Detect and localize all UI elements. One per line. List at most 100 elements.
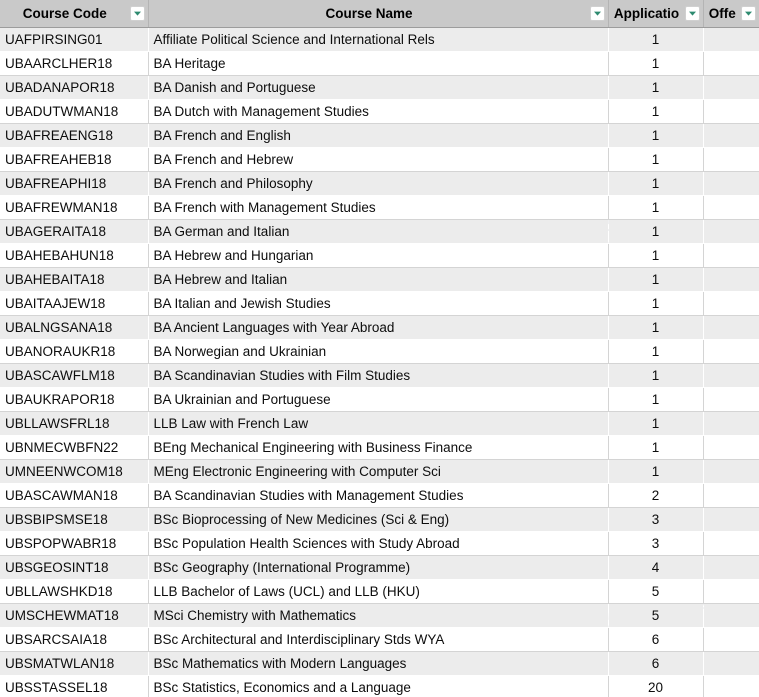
cell-course-name[interactable]: MEng Electronic Engineering with Compute… bbox=[148, 459, 608, 484]
cell-applications[interactable]: 1 bbox=[608, 147, 704, 172]
cell-offers[interactable] bbox=[703, 99, 759, 124]
cell-offers[interactable] bbox=[703, 603, 759, 628]
table-row[interactable]: UBAFREWMAN18 BA French with Management St… bbox=[0, 195, 759, 220]
cell-applications[interactable]: 5 bbox=[608, 603, 703, 628]
cell-course-code[interactable]: UBAITAAJEW18 bbox=[0, 291, 149, 316]
cell-course-name[interactable]: BSc Mathematics with Modern Languages bbox=[148, 651, 608, 676]
table-row[interactable]: UBSGEOSINT18 BSc Geography (International… bbox=[0, 555, 759, 580]
cell-offers[interactable] bbox=[703, 315, 759, 340]
cell-course-name[interactable]: BA French and English bbox=[148, 123, 608, 148]
table-row[interactable]: UBAFREAENG18 BA French and English 1 bbox=[0, 123, 759, 148]
cell-offers[interactable] bbox=[703, 27, 759, 52]
cell-applications[interactable]: 5 bbox=[608, 579, 704, 604]
cell-course-name[interactable]: BA Ukrainian and Portuguese bbox=[148, 387, 609, 412]
cell-applications[interactable]: 1 bbox=[608, 219, 703, 244]
cell-applications[interactable]: 1 bbox=[608, 411, 703, 436]
cell-course-code[interactable]: UBASCAWFLM18 bbox=[0, 363, 148, 388]
cell-course-code[interactable]: UBAFREWMAN18 bbox=[0, 195, 149, 220]
table-row[interactable]: UBAGERAITA18 BA German and Italian 1 bbox=[0, 219, 759, 244]
cell-course-code[interactable]: UBSGEOSINT18 bbox=[0, 555, 148, 580]
cell-course-code[interactable]: UBLLAWSFRL18 bbox=[0, 411, 148, 436]
cell-course-code[interactable]: UBASCAWMAN18 bbox=[0, 483, 149, 508]
cell-course-code[interactable]: UBNMECWBFN22 bbox=[0, 435, 149, 460]
cell-applications[interactable]: 20 bbox=[608, 675, 704, 697]
cell-applications[interactable]: 1 bbox=[608, 435, 704, 460]
cell-course-code[interactable]: UBAARCLHER18 bbox=[0, 51, 149, 76]
table-row[interactable]: UBSMATWLAN18 BSc Mathematics with Modern … bbox=[0, 651, 759, 676]
table-row[interactable]: UBSSTASSEL18 BSc Statistics, Economics an… bbox=[0, 675, 759, 697]
cell-applications[interactable]: 3 bbox=[608, 531, 704, 556]
cell-course-name[interactable]: Affiliate Political Science and Internat… bbox=[148, 27, 608, 52]
table-row[interactable]: UBAFREAHEB18 BA French and Hebrew 1 bbox=[0, 147, 759, 172]
cell-offers[interactable] bbox=[703, 411, 759, 436]
cell-course-code[interactable]: UBLLAWSHKD18 bbox=[0, 579, 149, 604]
table-row[interactable]: UBLLAWSFRL18 LLB Law with French Law 1 bbox=[0, 411, 759, 436]
cell-course-name[interactable]: BA Italian and Jewish Studies bbox=[148, 291, 609, 316]
cell-course-code[interactable]: UBADUTWMAN18 bbox=[0, 99, 149, 124]
cell-course-code[interactable]: UBAHEBAITA18 bbox=[0, 267, 148, 292]
cell-offers[interactable] bbox=[703, 651, 759, 676]
cell-applications[interactable]: 4 bbox=[608, 555, 703, 580]
cell-course-code[interactable]: UBAHEBAHUN18 bbox=[0, 243, 149, 268]
cell-course-code[interactable]: UBSSTASSEL18 bbox=[0, 675, 149, 697]
column-header-course-code[interactable]: Course Code bbox=[0, 0, 149, 28]
table-row[interactable]: UBADUTWMAN18 BA Dutch with Management Stu… bbox=[0, 99, 759, 124]
table-row[interactable]: UBAUKRAPOR18 BA Ukrainian and Portuguese 1 bbox=[0, 387, 759, 412]
table-row[interactable]: UBAARCLHER18 BA Heritage 1 bbox=[0, 51, 759, 76]
cell-offers[interactable] bbox=[703, 435, 759, 460]
cell-applications[interactable]: 1 bbox=[608, 99, 704, 124]
cell-course-code[interactable]: UBAFREAENG18 bbox=[0, 123, 148, 148]
cell-course-name[interactable]: BSc Statistics, Economics and a Language bbox=[148, 675, 609, 697]
cell-offers[interactable] bbox=[703, 123, 759, 148]
cell-offers[interactable] bbox=[703, 75, 759, 100]
cell-course-code[interactable]: UAFPIRSING01 bbox=[0, 27, 148, 52]
cell-course-code[interactable]: UBSPOPWABR18 bbox=[0, 531, 149, 556]
column-header-course-name[interactable]: Course Name bbox=[148, 0, 609, 28]
cell-offers[interactable] bbox=[703, 363, 759, 388]
filter-dropdown-course-code[interactable] bbox=[129, 6, 145, 21]
table-row[interactable]: UBASCAWMAN18 BA Scandinavian Studies with… bbox=[0, 483, 759, 508]
cell-applications[interactable]: 1 bbox=[608, 27, 703, 52]
cell-course-code[interactable]: UBSBIPSMSE18 bbox=[0, 507, 148, 532]
cell-offers[interactable] bbox=[703, 459, 759, 484]
cell-offers[interactable] bbox=[703, 147, 759, 172]
table-row[interactable]: UBAFREAPHI18 BA French and Philosophy 1 bbox=[0, 171, 759, 196]
cell-course-name[interactable]: BA French with Management Studies bbox=[148, 195, 609, 220]
cell-applications[interactable]: 6 bbox=[608, 627, 704, 652]
cell-course-code[interactable]: UBAGERAITA18 bbox=[0, 219, 148, 244]
cell-applications[interactable]: 3 bbox=[608, 507, 703, 532]
cell-offers[interactable] bbox=[703, 627, 759, 652]
cell-course-code[interactable]: UBSARCSAIA18 bbox=[0, 627, 149, 652]
cell-course-name[interactable]: BA Scandinavian Studies with Management … bbox=[148, 483, 609, 508]
cell-course-name[interactable]: BA Heritage bbox=[148, 51, 609, 76]
cell-course-code[interactable]: UMNEENWCOM18 bbox=[0, 459, 148, 484]
cell-course-code[interactable]: UBADANAPOR18 bbox=[0, 75, 148, 100]
cell-applications[interactable]: 1 bbox=[608, 267, 703, 292]
cell-course-code[interactable]: UBAFREAPHI18 bbox=[0, 171, 148, 196]
cell-course-name[interactable]: LLB Bachelor of Laws (UCL) and LLB (HKU) bbox=[148, 579, 609, 604]
table-row[interactable]: UBAITAAJEW18 BA Italian and Jewish Studie… bbox=[0, 291, 759, 316]
column-header-applications[interactable]: Applicatio bbox=[608, 0, 704, 28]
cell-applications[interactable]: 1 bbox=[608, 195, 704, 220]
cell-offers[interactable] bbox=[703, 531, 759, 556]
cell-course-name[interactable]: BA Hebrew and Hungarian bbox=[148, 243, 609, 268]
filter-dropdown-applications[interactable] bbox=[684, 6, 700, 21]
cell-offers[interactable] bbox=[703, 675, 759, 697]
cell-course-code[interactable]: UBALNGSANA18 bbox=[0, 315, 148, 340]
cell-offers[interactable] bbox=[703, 507, 759, 532]
table-row[interactable]: UMNEENWCOM18 MEng Electronic Engineering … bbox=[0, 459, 759, 484]
cell-course-name[interactable]: BSc Geography (International Programme) bbox=[148, 555, 608, 580]
table-row[interactable]: UBNMECWBFN22 BEng Mechanical Engineering … bbox=[0, 435, 759, 460]
table-row[interactable]: UBSPOPWABR18 BSc Population Health Scienc… bbox=[0, 531, 759, 556]
cell-course-name[interactable]: BA Norwegian and Ukrainian bbox=[148, 339, 609, 364]
cell-applications[interactable]: 1 bbox=[608, 75, 703, 100]
table-row[interactable]: UBALNGSANA18 BA Ancient Languages with Ye… bbox=[0, 315, 759, 340]
cell-course-code[interactable]: UBSMATWLAN18 bbox=[0, 651, 148, 676]
cell-course-name[interactable]: BA Hebrew and Italian bbox=[148, 267, 608, 292]
cell-applications[interactable]: 2 bbox=[608, 483, 704, 508]
cell-applications[interactable]: 1 bbox=[608, 291, 704, 316]
table-row[interactable]: UBAHEBAITA18 BA Hebrew and Italian 1 bbox=[0, 267, 759, 292]
cell-applications[interactable]: 1 bbox=[608, 459, 703, 484]
cell-offers[interactable] bbox=[703, 219, 759, 244]
cell-course-code[interactable]: UBAUKRAPOR18 bbox=[0, 387, 149, 412]
